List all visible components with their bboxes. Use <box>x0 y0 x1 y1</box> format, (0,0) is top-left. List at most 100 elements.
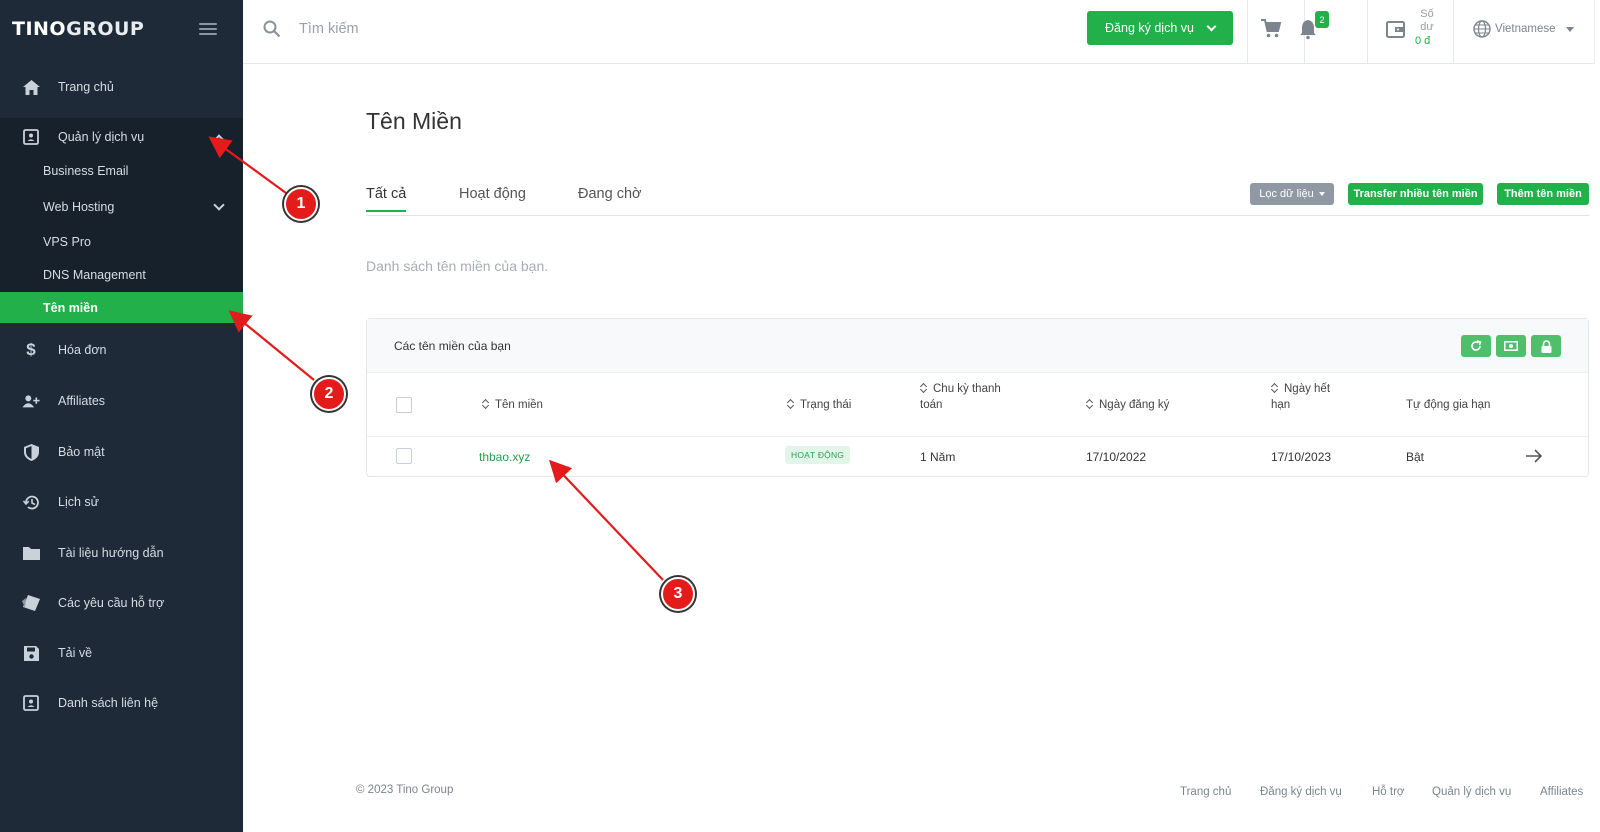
chevron-down-icon[interactable] <box>213 199 225 211</box>
submenu-label: Tên miền <box>43 300 98 315</box>
globe-icon <box>1473 20 1491 38</box>
submenu-item-business-email[interactable]: Business Email <box>0 154 243 188</box>
sidebar-item-history[interactable]: Lịch sử <box>0 485 243 519</box>
sidebar-item-home[interactable]: Trang chủ <box>0 70 243 104</box>
search-input[interactable] <box>299 16 599 42</box>
page-title: Tên Miền <box>366 108 462 134</box>
registered-date-cell: 17/10/2022 <box>1086 450 1147 464</box>
save-icon <box>22 644 40 662</box>
column-label: Trạng thái <box>800 399 852 411</box>
wallet-icon[interactable] <box>1385 18 1407 40</box>
footer-link-affiliates[interactable]: Affiliates <box>1540 786 1583 798</box>
column-label: hạn <box>1271 399 1291 411</box>
filter-label: Lọc dữ liệu <box>1259 188 1314 200</box>
column-label: Ngày đăng ký <box>1099 399 1170 411</box>
table-row[interactable]: thbao.xyz HOẠT ĐỘNG 1 Năm 17/10/2022 17/… <box>367 437 1588 477</box>
money-icon <box>1504 341 1518 351</box>
sidebar-item-label: Các yêu cầu hỗ trợ <box>58 596 165 610</box>
lock-icon <box>1541 339 1551 353</box>
scrollbar[interactable] <box>1594 0 1600 64</box>
footer-link-service-management[interactable]: Quản lý dịch vụ <box>1432 786 1511 798</box>
column-header-expiry[interactable]: Ngày hết hạn <box>1271 381 1330 413</box>
select-all-checkbox[interactable] <box>396 397 412 413</box>
caret-down-icon <box>1318 192 1325 196</box>
sidebar-item-docs[interactable]: Tài liệu hướng dẫn <box>0 536 243 570</box>
column-header-domain[interactable]: Tên miền <box>482 397 543 413</box>
sidebar-item-service-management[interactable]: Quản lý dịch vụ <box>0 120 243 154</box>
footer-link-home[interactable]: Trang chủ <box>1180 786 1231 798</box>
footer-link-support[interactable]: Hỗ trợ <box>1372 786 1404 798</box>
add-user-icon <box>22 392 40 410</box>
column-label: toán <box>920 399 943 411</box>
sort-icon <box>920 383 927 393</box>
submenu-label: Web Hosting <box>43 200 115 214</box>
tab-active[interactable]: Hoạt động <box>459 186 526 210</box>
language-selector[interactable]: Vietnamese <box>1473 20 1574 38</box>
submenu-item-dns-management[interactable]: DNS Management <box>0 258 243 292</box>
row-checkbox[interactable] <box>396 448 412 464</box>
domain-list-hint: Danh sách tên miền của bạn. <box>366 258 549 274</box>
sidebar-item-downloads[interactable]: Tải về <box>0 636 243 670</box>
domain-link[interactable]: thbao.xyz <box>479 450 530 464</box>
footer-copyright: © 2023 Tino Group <box>356 784 454 796</box>
annotation-marker: 3 <box>661 577 695 611</box>
sidebar: TINOGROUP Trang chủ Quản lý dịch vụ Busi… <box>0 0 243 832</box>
dollar-icon: $ <box>26 340 36 359</box>
sidebar-item-label: Quản lý dịch vụ <box>58 130 145 144</box>
folder-icon <box>22 544 40 562</box>
sidebar-item-contacts[interactable]: Danh sách liên hệ <box>0 686 243 720</box>
shield-icon <box>22 443 40 461</box>
sidebar-item-support-tickets[interactable]: Các yêu cầu hỗ trợ <box>0 586 243 620</box>
hamburger-menu-icon[interactable] <box>199 23 217 35</box>
contact-card-icon <box>22 694 40 712</box>
add-domain-button[interactable]: Thêm tên miền <box>1497 183 1589 205</box>
sidebar-item-security[interactable]: Bảo mật <box>0 435 243 469</box>
topbar: Đăng ký dịch vụ 2 Số dư 0 đ Vietnamese <box>243 0 1600 64</box>
transfer-domains-button[interactable]: Transfer nhiều tên miền <box>1348 183 1483 205</box>
register-service-button[interactable]: Đăng ký dịch vụ <box>1087 11 1233 45</box>
sort-icon <box>1271 383 1278 393</box>
cart-icon[interactable] <box>1260 18 1282 40</box>
sidebar-item-label: Trang chủ <box>58 80 114 94</box>
submenu-label: VPS Pro <box>43 235 91 249</box>
sidebar-item-affiliates[interactable]: Affiliates <box>0 384 243 418</box>
lock-button[interactable] <box>1531 335 1561 357</box>
submenu-item-domains[interactable]: Tên miền <box>0 292 243 323</box>
footer-link-register[interactable]: Đăng ký dịch vụ <box>1260 786 1342 798</box>
submenu-label: Business Email <box>43 164 129 178</box>
tinogroup-logo[interactable]: TINOGROUP <box>12 18 144 40</box>
status-badge: HOẠT ĐỘNG <box>785 446 851 464</box>
tab-all[interactable]: Tất cả <box>366 186 407 212</box>
divider <box>1247 0 1248 64</box>
sidebar-item-label: Lịch sử <box>58 495 100 509</box>
balance-value: 0 đ <box>1415 35 1431 47</box>
chevron-up-icon[interactable] <box>213 134 225 146</box>
column-header-registered[interactable]: Ngày đăng ký <box>1086 397 1169 413</box>
history-icon <box>22 493 40 511</box>
column-label: Tên miền <box>495 399 543 411</box>
column-header-billing-cycle[interactable]: Chu kỳ thanh toán <box>920 381 1001 413</box>
payment-button[interactable] <box>1496 335 1526 357</box>
arrow-right-icon[interactable] <box>1525 447 1543 465</box>
chevron-down-icon <box>1206 21 1217 31</box>
column-header-autorenew: Tự động gia hạn <box>1406 397 1490 413</box>
column-label: Tự động gia hạn <box>1406 399 1491 411</box>
billing-cycle-cell: 1 Năm <box>920 450 956 464</box>
language-label: Vietnamese <box>1495 23 1556 35</box>
submenu-item-web-hosting[interactable]: Web Hosting <box>0 190 243 224</box>
sort-icon <box>482 399 489 409</box>
sidebar-item-invoices[interactable]: $ Hóa đơn <box>0 333 243 367</box>
ticket-icon <box>22 594 40 612</box>
sort-icon <box>787 399 794 409</box>
table-header: Tên miền Trạng thái Chu kỳ thanh toán Ngà… <box>367 373 1588 437</box>
refresh-button[interactable] <box>1461 335 1491 357</box>
divider <box>1453 0 1454 64</box>
filter-data-button[interactable]: Lọc dữ liệu <box>1250 183 1334 205</box>
contact-card-icon <box>22 128 40 146</box>
column-header-status[interactable]: Trạng thái <box>787 397 851 413</box>
search-icon[interactable] <box>263 20 281 38</box>
autorenew-cell: Bật <box>1406 450 1425 464</box>
tab-pending[interactable]: Đang chờ <box>578 186 642 210</box>
refresh-icon <box>1471 340 1482 351</box>
submenu-item-vps-pro[interactable]: VPS Pro <box>0 225 243 259</box>
